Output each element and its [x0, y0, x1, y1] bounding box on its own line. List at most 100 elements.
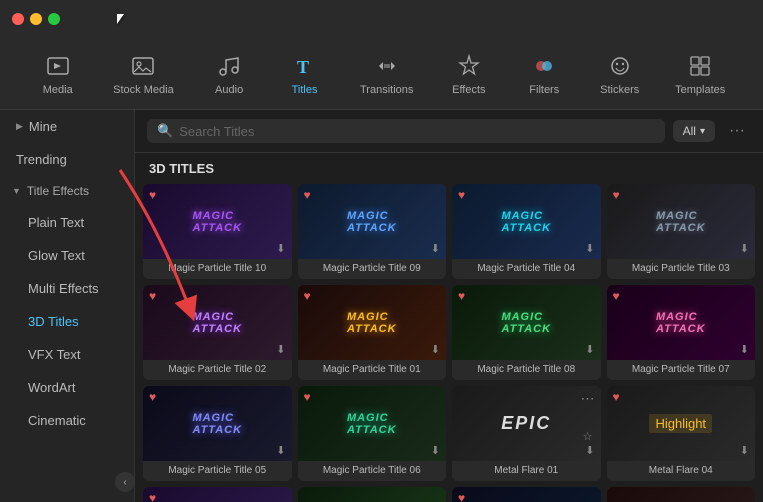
heart-icon: ♥: [613, 390, 620, 404]
toolbar-templates[interactable]: Templates: [665, 46, 735, 102]
search-icon: 🔍: [157, 123, 173, 139]
sidebar-collapse-button[interactable]: ‹: [115, 472, 135, 492]
download-icon[interactable]: ⬇: [431, 343, 440, 356]
grid-item-pf[interactable]: ♥ PixelFlare Pixel Flare: [452, 487, 601, 502]
grid-item-mp04[interactable]: ♥ MAGICATTACK ⬇ Magic Particle Title 04: [452, 184, 601, 279]
download-icon[interactable]: ⬇: [740, 444, 749, 457]
grid-item-gm[interactable]: GAME Game: [607, 487, 756, 502]
grid-item-mp10[interactable]: ♥ MAGICATTACK ⬇ Magic Particle Title 10: [143, 184, 292, 279]
content-area: 🔍 All ▾ ··· 3D TITLES ♥ MAGICATTACK: [135, 110, 763, 502]
thumb-sd: ♥ Star Dust: [143, 487, 292, 502]
grid-item-mp08[interactable]: ♥ MAGICATTACK ⬇ Magic Particle Title 08: [452, 285, 601, 380]
item-label-mp08: Magic Particle Title 08: [452, 360, 601, 380]
media-icon: [44, 52, 72, 80]
grid-item-mp01[interactable]: ♥ MAGICATTACK ⬇ Magic Particle Title 01: [298, 285, 447, 380]
thumb-mp09: ♥ MAGICATTACK ⬇: [298, 184, 447, 259]
heart-icon: ♥: [304, 289, 311, 303]
templates-icon: [686, 52, 714, 80]
titles-grid: ♥ MAGICATTACK ⬇ Magic Particle Title 10 …: [143, 184, 755, 502]
more-options-button[interactable]: ···: [723, 118, 751, 144]
download-icon[interactable]: ⬇: [431, 444, 440, 457]
toolbar-stickers[interactable]: Stickers: [590, 46, 650, 102]
item-label-mp03: Magic Particle Title 03: [607, 259, 756, 279]
search-bar: 🔍 All ▾ ···: [135, 110, 763, 153]
search-input[interactable]: [179, 124, 654, 139]
thumb-mp08: ♥ MAGICATTACK ⬇: [452, 285, 601, 360]
grid-item-mf01[interactable]: ⋯ EPIC ⬇ ☆ Metal Flare 01: [452, 386, 601, 481]
grid-item-mp06[interactable]: ♥ MAGICATTACK ⬇ Magic Particle Title 06: [298, 386, 447, 481]
download-icon[interactable]: ⬇: [276, 444, 285, 457]
item-label-mp07: Magic Particle Title 07: [607, 360, 756, 380]
toolbar-stock-media[interactable]: Stock Media: [103, 46, 184, 102]
grid-item-mp02[interactable]: ♥ MAGICATTACK ⬇ Magic Particle Title 02: [143, 285, 292, 380]
toolbar-transitions[interactable]: Transitions: [350, 46, 423, 102]
grid-item-gf[interactable]: Golden Flare Golden Flare: [298, 487, 447, 502]
filter-button[interactable]: All ▾: [673, 120, 715, 142]
titles-icon: T: [291, 52, 319, 80]
sidebar-item-3d-titles[interactable]: 3D Titles: [0, 305, 134, 338]
thumb-mp03: ♥ MAGICATTACK ⬇: [607, 184, 756, 259]
options-icon[interactable]: ⋯: [581, 390, 595, 407]
chevron-down-icon: ▾: [700, 126, 705, 137]
main-layout: ▶ Mine Trending ▼ Title Effects Plain Te…: [0, 110, 763, 502]
heart-icon: ♥: [149, 289, 156, 303]
minimize-button[interactable]: [30, 13, 42, 25]
sidebar-label-3d-titles: 3D Titles: [28, 314, 79, 329]
sidebar-item-vfx-text[interactable]: VFX Text: [0, 338, 134, 371]
download-icon[interactable]: ⬇: [276, 343, 285, 356]
download-icon[interactable]: ⬇: [740, 242, 749, 255]
media-label: Media: [43, 84, 73, 96]
filter-label: All: [683, 124, 696, 138]
grid-item-sd[interactable]: ♥ Star Dust Star Dust: [143, 487, 292, 502]
grid-item-mp07[interactable]: ♥ MAGICATTACK ⬇ Magic Particle Title 07: [607, 285, 756, 380]
thumb-mp04: ♥ MAGICATTACK ⬇: [452, 184, 601, 259]
sidebar-item-trending[interactable]: Trending: [0, 143, 134, 176]
sidebar-label-multi-effects: Multi Effects: [28, 281, 99, 296]
thumb-mf04: ♥ Highlight ⬇: [607, 386, 756, 461]
sidebar-section-title-effects[interactable]: ▼ Title Effects: [0, 176, 134, 206]
sidebar-item-mine[interactable]: ▶ Mine: [0, 110, 134, 143]
grid-item-mp09[interactable]: ♥ MAGICATTACK ⬇ Magic Particle Title 09: [298, 184, 447, 279]
close-button[interactable]: [12, 13, 24, 25]
toolbar-effects[interactable]: Effects: [439, 46, 499, 102]
item-label-mp01: Magic Particle Title 01: [298, 360, 447, 380]
download-icon[interactable]: ⬇: [585, 343, 594, 356]
sidebar-label-mine: Mine: [29, 119, 57, 134]
search-input-wrap[interactable]: 🔍: [147, 119, 665, 143]
sidebar-item-plain-text[interactable]: Plain Text: [0, 206, 134, 239]
heart-icon: ♥: [304, 188, 311, 202]
toolbar-titles[interactable]: T Titles: [275, 46, 335, 102]
heart-icon: ♥: [613, 289, 620, 303]
download-icon[interactable]: ⬇: [740, 343, 749, 356]
grid-item-mf04[interactable]: ♥ Highlight ⬇ Metal Flare 04: [607, 386, 756, 481]
thumb-mp10: ♥ MAGICATTACK ⬇: [143, 184, 292, 259]
titles-label: Titles: [292, 84, 318, 96]
thumb-mp06: ♥ MAGICATTACK ⬇: [298, 386, 447, 461]
item-label-mp02: Magic Particle Title 02: [143, 360, 292, 380]
filters-icon: [530, 52, 558, 80]
grid-item-mp03[interactable]: ♥ MAGICATTACK ⬇ Magic Particle Title 03: [607, 184, 756, 279]
download-icon[interactable]: ⬇: [585, 242, 594, 255]
grid-item-mp05[interactable]: ♥ MAGICATTACK ⬇ Magic Particle Title 05: [143, 386, 292, 481]
toolbar-audio[interactable]: Audio: [199, 46, 259, 102]
download-icon[interactable]: ⬇: [276, 242, 285, 255]
heart-icon: ♥: [149, 390, 156, 404]
grid-container: ♥ MAGICATTACK ⬇ Magic Particle Title 10 …: [135, 180, 763, 502]
toolbar-filters[interactable]: Filters: [514, 46, 574, 102]
toolbar-media[interactable]: Media: [28, 46, 88, 102]
download-icon[interactable]: ⬇: [431, 242, 440, 255]
sidebar-item-wordart[interactable]: WordArt: [0, 371, 134, 404]
sidebar-label-trending: Trending: [16, 152, 67, 167]
sidebar-item-multi-effects[interactable]: Multi Effects: [0, 272, 134, 305]
sidebar-item-glow-text[interactable]: Glow Text: [0, 239, 134, 272]
window-controls: [12, 13, 60, 25]
title-bar: [0, 0, 763, 38]
download-icon[interactable]: ⬇: [585, 444, 594, 457]
stickers-label: Stickers: [600, 84, 639, 96]
maximize-button[interactable]: [48, 13, 60, 25]
sidebar-item-cinematic[interactable]: Cinematic: [0, 404, 134, 437]
item-label-mp06: Magic Particle Title 06: [298, 461, 447, 481]
thumb-pf: ♥ PixelFlare: [452, 487, 601, 502]
sidebar-label-glow-text: Glow Text: [28, 248, 85, 263]
templates-label: Templates: [675, 84, 725, 96]
